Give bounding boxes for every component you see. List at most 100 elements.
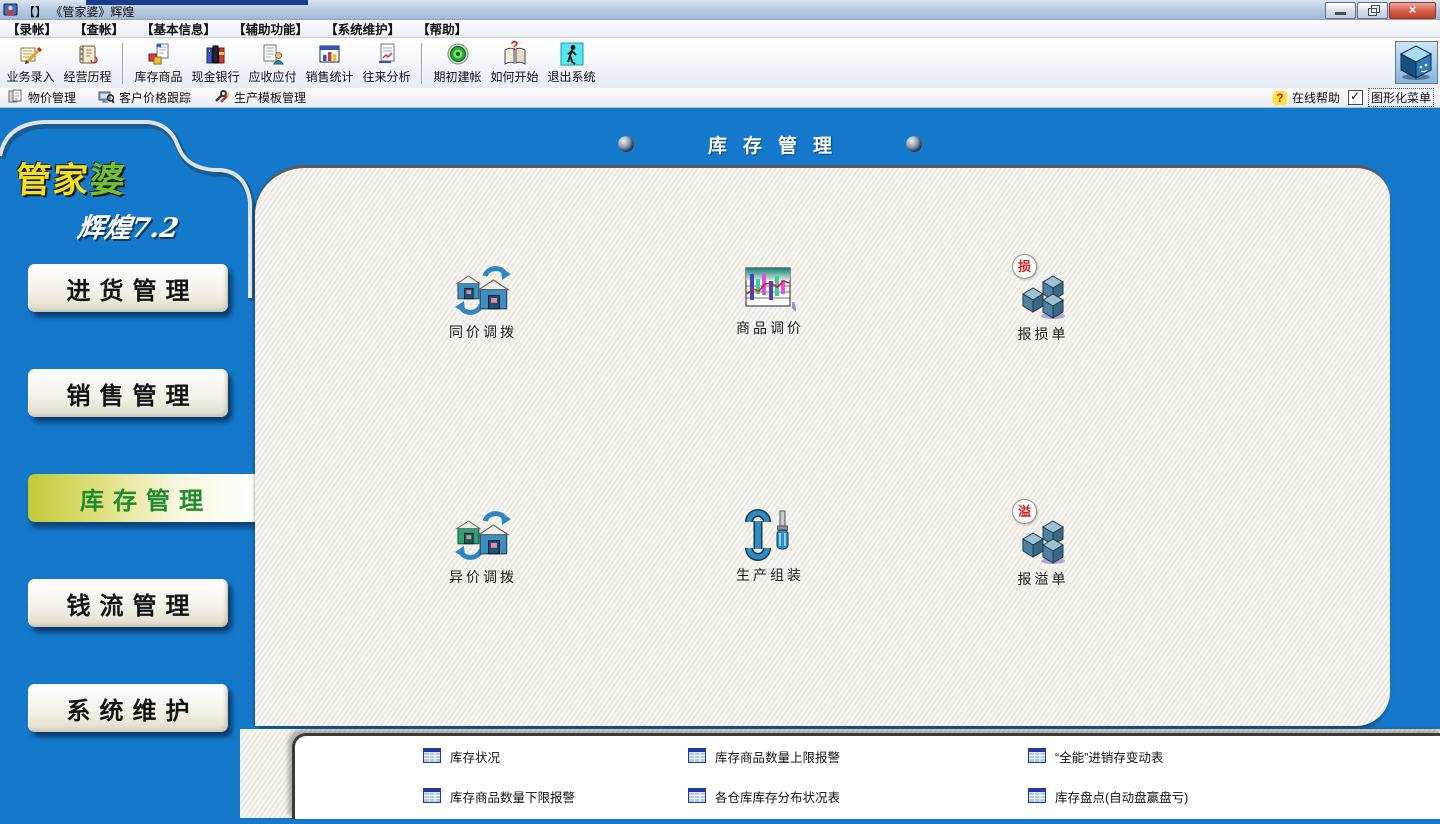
business-history-icon: [76, 42, 100, 66]
table-icon: [1028, 788, 1046, 806]
toolbar2-label: 物价管理: [28, 89, 76, 106]
toolbar-business-entry[interactable]: 业务录入: [2, 39, 59, 88]
grasp-cube-logo: [1395, 41, 1438, 84]
diff-price-transfer-icon: [455, 509, 511, 563]
report-upper-limit-alert[interactable]: 库存商品数量上限报警: [688, 747, 840, 766]
module-goods-reprice[interactable]: 商品调价: [695, 264, 845, 338]
module-diff-price-transfer[interactable]: 异价调拨: [408, 509, 558, 587]
menu-basic-info[interactable]: 【基本信息】: [141, 19, 216, 38]
sidebar-logo: 管家婆 辉煌7.2: [16, 152, 231, 245]
sidebar-item-purchase-management[interactable]: 进货管理: [28, 264, 228, 312]
report-label: 库存商品数量下限报警: [450, 787, 575, 806]
report-label: 各仓库库存分布状况表: [715, 787, 840, 806]
toolbar-separator: [421, 43, 423, 84]
customer-price-tracking-icon: [98, 88, 114, 107]
toolbar2-label: 客户价格跟踪: [119, 89, 191, 106]
report-stocktaking[interactable]: 库存盘点(自动盘赢盘亏): [1028, 787, 1188, 806]
toolbar-exit-system[interactable]: 退出系统: [543, 39, 600, 88]
table-icon: [688, 748, 706, 766]
toolbar-label: 库存商品: [134, 68, 182, 85]
price-management-icon: [7, 88, 23, 107]
exit-system-icon: [560, 42, 584, 66]
report-almighty-flow-table[interactable]: “全能”进销存变动表: [1028, 747, 1163, 766]
toolbar-how-to-start[interactable]: 如何开始: [486, 39, 543, 88]
toolbar-cash-bank[interactable]: 现金银行: [187, 39, 244, 88]
report-inventory-status[interactable]: 库存状况: [423, 747, 500, 766]
toolbar: 业务录入 经营历程: [0, 38, 1440, 90]
loss-badge: 损: [1012, 254, 1037, 279]
toolbar-separator: [122, 43, 124, 84]
toolbar-initial-account[interactable]: 期初建帐: [429, 39, 486, 88]
menu-record[interactable]: 【录帐】: [7, 19, 57, 38]
module-label: 报损单: [968, 324, 1118, 344]
toolbar2-right: ? 在线帮助 图形化菜单: [1273, 88, 1434, 107]
online-help-button[interactable]: ? 在线帮助: [1273, 89, 1340, 106]
sidebar-item-inventory-management[interactable]: 库存管理: [28, 474, 255, 522]
report-lower-limit-alert[interactable]: 库存商品数量下限报警: [423, 787, 575, 806]
business-entry-icon: [19, 42, 43, 66]
graphical-menu-label[interactable]: 图形化菜单: [1368, 88, 1434, 107]
module-label: 商品调价: [695, 318, 845, 338]
sidebar-item-system-maintenance[interactable]: 系统维护: [28, 684, 228, 732]
logo-version: 辉煌7.2: [75, 206, 233, 245]
table-icon: [688, 788, 706, 806]
logo-brand: 管家婆: [14, 152, 233, 203]
content-panel: 同价调拨 商品调价 损: [255, 165, 1390, 726]
toolbar-contacts-analysis[interactable]: 往来分析: [358, 39, 415, 88]
close-icon: [1390, 3, 1435, 18]
close-button[interactable]: [1389, 2, 1436, 19]
menu-auxiliary[interactable]: 【辅助功能】: [233, 19, 308, 38]
graphical-menu-toggle[interactable]: 图形化菜单: [1348, 88, 1434, 107]
menu-system-maintenance[interactable]: 【系统维护】: [325, 19, 400, 38]
toolbar-sales-statistics[interactable]: 销售统计: [301, 39, 358, 88]
sales-statistics-icon: [318, 42, 342, 66]
page-title: 库存管理: [692, 131, 848, 158]
toolbar2-price-management[interactable]: 物价管理: [7, 88, 76, 107]
same-price-transfer-icon: [455, 264, 511, 318]
restore-icon: [1368, 8, 1377, 16]
production-assembly-icon: [744, 509, 796, 561]
app-window: 【】 《管家婆》辉煌 【录帐】 【查帐】 【基本信息】 【辅助功能】 【系统维护…: [0, 0, 1440, 824]
toolbar-label: 现金银行: [191, 68, 239, 85]
toolbar-inventory-goods[interactable]: 库存商品: [130, 39, 187, 88]
toolbar-label: 经营历程: [63, 68, 111, 85]
module-loss-report[interactable]: 损 报损单: [968, 264, 1118, 344]
sidebar-item-sales-management[interactable]: 销售管理: [28, 369, 228, 417]
app-icon: [3, 2, 18, 17]
page-title-band: 库存管理: [545, 130, 995, 158]
minimize-icon: [1335, 12, 1346, 15]
menubar: 【录帐】 【查帐】 【基本信息】 【辅助功能】 【系统维护】 【帮助】: [0, 20, 1440, 38]
toolbar2-production-template[interactable]: 生产模板管理: [213, 88, 306, 107]
toolbar-label: 退出系统: [547, 68, 595, 85]
menu-query[interactable]: 【查帐】: [74, 19, 124, 38]
checkbox-checked-icon[interactable]: [1348, 90, 1363, 105]
toolbar-label: 往来分析: [362, 68, 410, 85]
toolbar-label: 如何开始: [490, 68, 538, 85]
online-help-label: 在线帮助: [1292, 89, 1340, 106]
secondary-toolbar: 物价管理 客户价格跟踪: [0, 88, 1440, 108]
toolbar2-label: 生产模板管理: [234, 89, 306, 106]
minimize-button[interactable]: [1325, 2, 1356, 19]
menu-help[interactable]: 【帮助】: [417, 19, 467, 38]
sidebar-item-cashflow-management[interactable]: 钱流管理: [28, 579, 228, 627]
cash-bank-icon: [204, 42, 228, 66]
contacts-analysis-icon: [375, 42, 399, 66]
toolbar-label: 业务录入: [6, 68, 54, 85]
how-to-start-icon: [503, 42, 527, 66]
goods-reprice-icon: [744, 264, 796, 314]
module-production-assembly[interactable]: 生产组装: [695, 509, 845, 585]
restore-button[interactable]: [1357, 2, 1388, 19]
toolbar-business-history[interactable]: 经营历程: [59, 39, 116, 88]
toolbar-receivable-payable[interactable]: 应收应付: [244, 39, 301, 88]
logo-brand-part2: 婆: [88, 160, 128, 201]
report-warehouse-distribution[interactable]: 各仓库库存分布状况表: [688, 787, 840, 806]
toolbar2-customer-price-tracking[interactable]: 客户价格跟踪: [98, 88, 191, 107]
module-overflow-report[interactable]: 溢 报溢单: [968, 509, 1118, 589]
help-question-icon: ?: [1273, 91, 1287, 105]
module-same-price-transfer[interactable]: 同价调拨: [408, 264, 558, 342]
logo-brand-part1: 管家: [14, 160, 91, 201]
toolbar-label: 销售统计: [305, 68, 353, 85]
table-icon: [423, 748, 441, 766]
overflow-badge: 溢: [1012, 499, 1037, 524]
titlebar: 【】 《管家婆》辉煌: [0, 0, 1440, 20]
